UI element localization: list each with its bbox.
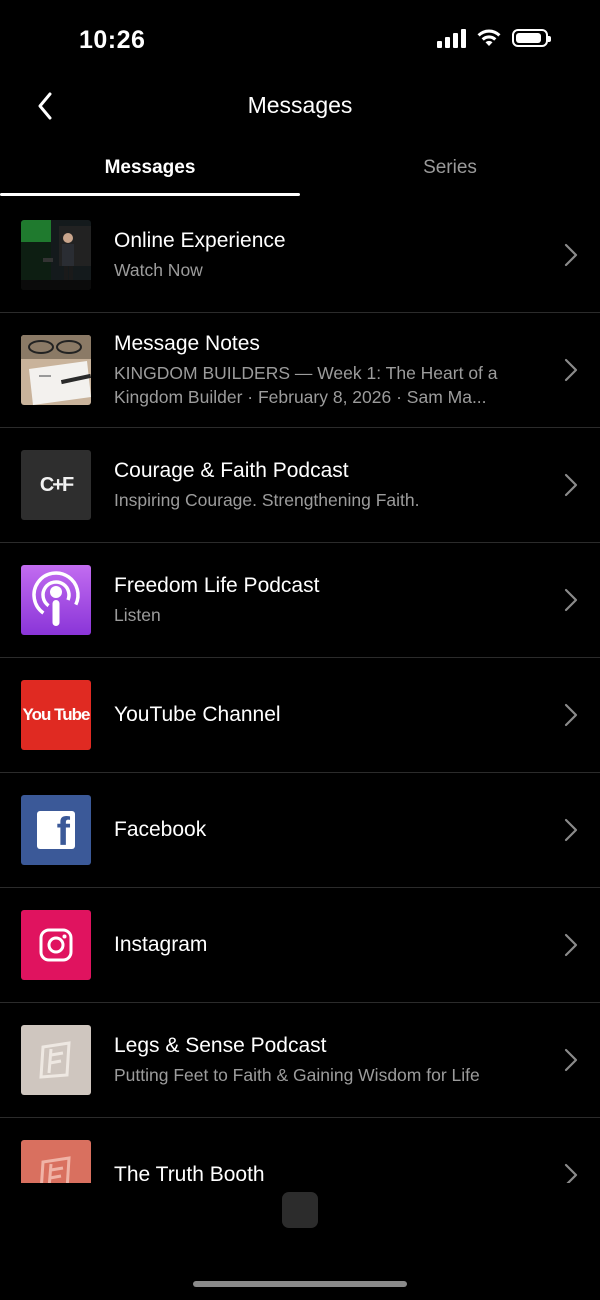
list-item-subtitle: Listen bbox=[114, 604, 161, 625]
chevron-right-icon bbox=[564, 1048, 578, 1072]
active-tab-indicator bbox=[0, 193, 300, 196]
list-item-freedom-life-podcast[interactable]: Freedom Life Podcast Listen bbox=[0, 543, 600, 658]
list-item-text: The Truth Booth bbox=[114, 1118, 540, 1183]
list-item-text: Message Notes KINGDOM BUILDERS — Week 1:… bbox=[114, 313, 540, 427]
list-item-legs-sense-podcast[interactable]: Legs & Sense Podcast Putting Feet to Fai… bbox=[0, 1003, 600, 1118]
chevron-right-icon bbox=[564, 358, 578, 382]
list-item-subtitle: KINGDOM BUILDERS — Week 1: The Heart of … bbox=[114, 362, 498, 407]
list-item-text: Legs & Sense Podcast Putting Feet to Fai… bbox=[114, 1003, 540, 1117]
list-item-the-truth-booth[interactable]: The Truth Booth bbox=[0, 1118, 600, 1183]
tab-messages[interactable]: Messages bbox=[0, 148, 300, 198]
list-item-subtitle: Putting Feet to Faith & Gaining Wisdom f… bbox=[114, 1064, 480, 1085]
list-item-title: The Truth Booth bbox=[114, 1163, 265, 1183]
facebook-logo: f bbox=[21, 795, 91, 865]
messages-list: Online Experience Watch Now Message Note… bbox=[0, 198, 600, 1183]
status-time: 10:26 bbox=[79, 26, 146, 54]
list-item-title: Freedom Life Podcast bbox=[114, 573, 320, 597]
list-item-text: Freedom Life Podcast Listen bbox=[114, 543, 540, 657]
list-item-instagram[interactable]: Instagram bbox=[0, 888, 600, 1003]
tab-label: Messages bbox=[104, 157, 196, 178]
notes-thumbnail bbox=[21, 335, 91, 405]
list-item-online-experience[interactable]: Online Experience Watch Now bbox=[0, 198, 600, 313]
list-item-title: YouTube Channel bbox=[114, 703, 281, 726]
list-item-text: Instagram bbox=[114, 888, 540, 1002]
chevron-right-icon bbox=[564, 703, 578, 727]
mini-player-button[interactable] bbox=[282, 1192, 318, 1228]
list-item-title: Facebook bbox=[114, 818, 207, 841]
list-item-youtube-channel[interactable]: You Tube YouTube Channel bbox=[0, 658, 600, 773]
chevron-right-icon bbox=[564, 933, 578, 957]
church-logo-red bbox=[21, 1140, 91, 1183]
chevron-right-icon bbox=[564, 473, 578, 497]
list-item-facebook[interactable]: f Facebook bbox=[0, 773, 600, 888]
chevron-right-icon bbox=[564, 243, 578, 267]
cf-logo: C+F bbox=[21, 450, 91, 520]
status-bar: 10:26 bbox=[0, 0, 600, 80]
youtube-logo: You Tube bbox=[21, 680, 91, 750]
chevron-right-icon bbox=[564, 588, 578, 612]
status-icons bbox=[437, 28, 551, 48]
facebook-logo-text: f bbox=[56, 811, 70, 849]
list-item-title: Online Experience bbox=[114, 228, 286, 252]
list-item-title: Message Notes bbox=[114, 331, 260, 355]
cellular-signal-icon bbox=[437, 28, 466, 48]
list-item-text: Online Experience Watch Now bbox=[114, 198, 540, 312]
segmented-tabs: Messages Series bbox=[0, 148, 600, 198]
list-item-text: YouTube Channel bbox=[114, 658, 540, 772]
youtube-logo-text: You Tube bbox=[22, 705, 91, 724]
chevron-right-icon bbox=[564, 818, 578, 842]
navigation-bar: Messages bbox=[0, 80, 600, 132]
list-item-title: Legs & Sense Podcast bbox=[114, 1033, 327, 1057]
list-item-subtitle: Watch Now bbox=[114, 259, 203, 280]
list-item-title: Instagram bbox=[114, 933, 208, 956]
home-indicator[interactable] bbox=[193, 1281, 407, 1287]
list-item-courage-faith-podcast[interactable]: C+F Courage & Faith Podcast Inspiring Co… bbox=[0, 428, 600, 543]
video-thumbnail bbox=[21, 220, 91, 290]
list-item-message-notes[interactable]: Message Notes KINGDOM BUILDERS — Week 1:… bbox=[0, 313, 600, 428]
list-item-subtitle: Inspiring Courage. Strengthening Faith. bbox=[114, 489, 420, 510]
chevron-right-icon bbox=[564, 1163, 578, 1183]
tab-label: Series bbox=[423, 157, 477, 178]
wifi-icon bbox=[477, 29, 501, 46]
cf-logo-text: C+F bbox=[39, 473, 74, 496]
tab-series[interactable]: Series bbox=[300, 148, 600, 198]
list-item-title: Courage & Faith Podcast bbox=[114, 458, 349, 482]
podcast-icon bbox=[21, 565, 91, 635]
list-item-text: Courage & Faith Podcast Inspiring Courag… bbox=[114, 428, 540, 542]
instagram-logo bbox=[21, 910, 91, 980]
page-title: Messages bbox=[247, 92, 353, 118]
battery-icon bbox=[512, 29, 551, 47]
church-logo bbox=[21, 1025, 91, 1095]
list-item-text: Facebook bbox=[114, 773, 540, 887]
